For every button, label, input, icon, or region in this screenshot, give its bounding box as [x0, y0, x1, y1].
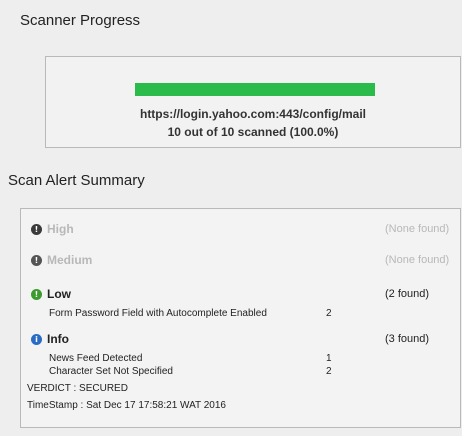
- alert-icon: !: [31, 254, 42, 266]
- severity-low-label: Low: [47, 287, 71, 301]
- low-item-name: Form Password Field with Autocomplete En…: [49, 308, 267, 319]
- progress-panel: https://login.yahoo.com:443/config/mail …: [45, 56, 461, 148]
- severity-info-count: (3 found): [385, 333, 430, 345]
- severity-medium: ! Medium: [31, 252, 92, 268]
- severity-high-label: High: [47, 222, 74, 236]
- alert-icon: !: [31, 223, 42, 235]
- severity-low-count: (2 found): [385, 288, 430, 300]
- severity-high-count: (None found): [385, 223, 450, 235]
- info-item-count: 1: [326, 353, 332, 364]
- low-item-count: 2: [326, 308, 332, 319]
- info-item-name: Character Set Not Specified: [49, 366, 173, 377]
- severity-info: i Info: [31, 331, 69, 347]
- info-icon: i: [31, 333, 42, 345]
- severity-medium-count: (None found): [385, 254, 450, 266]
- timestamp-text: TimeStamp : Sat Dec 17 17:58:21 WAT 2016: [27, 400, 226, 411]
- severity-info-label: Info: [47, 332, 69, 346]
- scan-alert-summary-title: Scan Alert Summary: [8, 172, 145, 189]
- info-item-name: News Feed Detected: [49, 353, 143, 364]
- alert-icon: !: [31, 288, 42, 300]
- progress-bar-fill: [135, 83, 375, 96]
- alert-summary-panel: ! High (None found) ! Medium (None found…: [20, 208, 461, 428]
- progress-count: 10 out of 10 scanned (100.0%): [167, 125, 339, 139]
- progress-bar: [135, 83, 375, 96]
- severity-medium-label: Medium: [47, 253, 93, 267]
- scanner-progress-title: Scanner Progress: [20, 12, 141, 29]
- progress-url: https://login.yahoo.com:443/config/mail: [139, 107, 367, 121]
- verdict-text: VERDICT : SECURED: [27, 383, 128, 394]
- severity-high: ! High: [31, 221, 74, 237]
- severity-low: ! Low: [31, 286, 71, 302]
- info-item-count: 2: [326, 366, 332, 377]
